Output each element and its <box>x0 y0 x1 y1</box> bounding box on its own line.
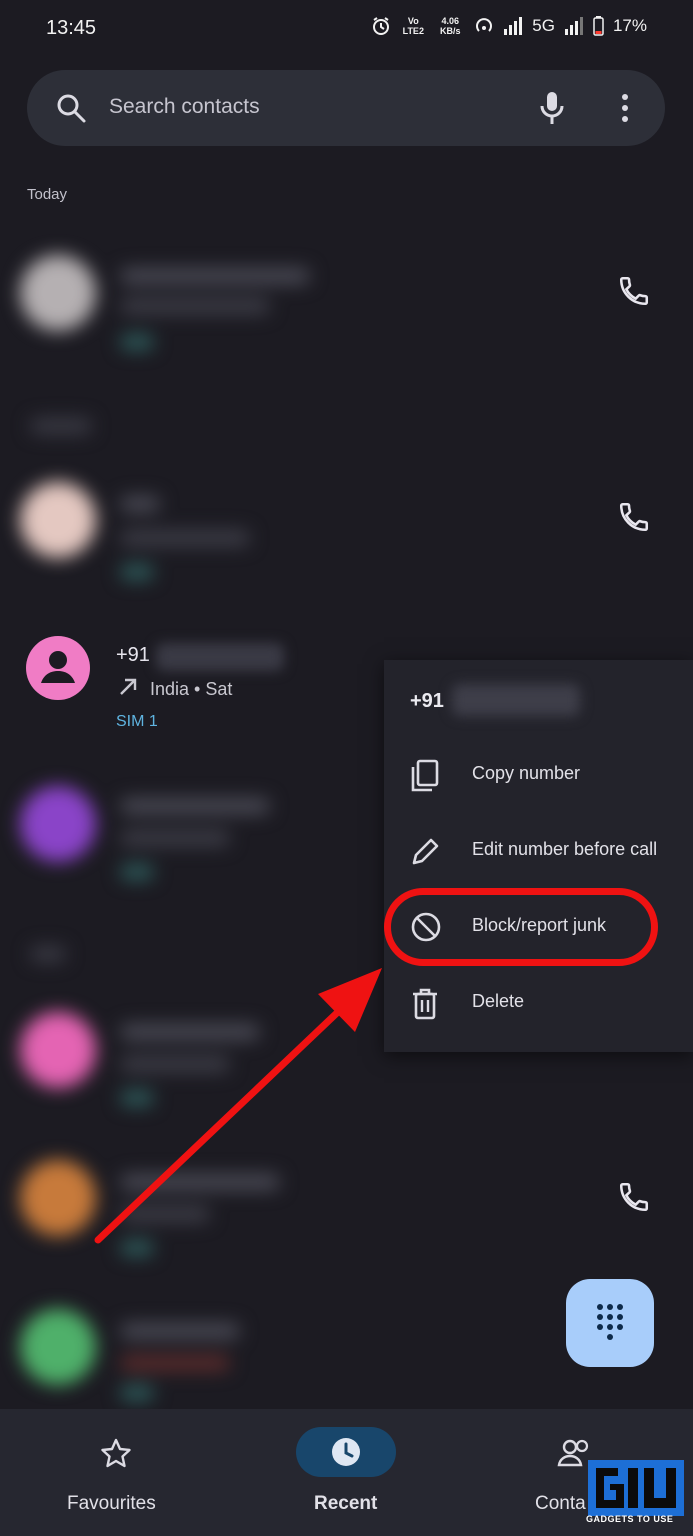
dialpad-fab[interactable] <box>566 1279 654 1367</box>
nav-item-favourites[interactable]: Favourites <box>66 1409 166 1536</box>
nav-item-recent[interactable]: Recent <box>296 1409 396 1536</box>
star-icon <box>101 1438 131 1468</box>
dialpad-icon <box>597 1304 623 1340</box>
watermark-text: GADGETS TO USE <box>586 1514 674 1524</box>
nav-label: Recent <box>314 1493 378 1514</box>
active-indicator-pill <box>296 1427 396 1477</box>
clock-icon <box>332 1438 360 1466</box>
nav-label: Conta <box>535 1493 586 1514</box>
nav-label: Favourites <box>67 1493 156 1514</box>
